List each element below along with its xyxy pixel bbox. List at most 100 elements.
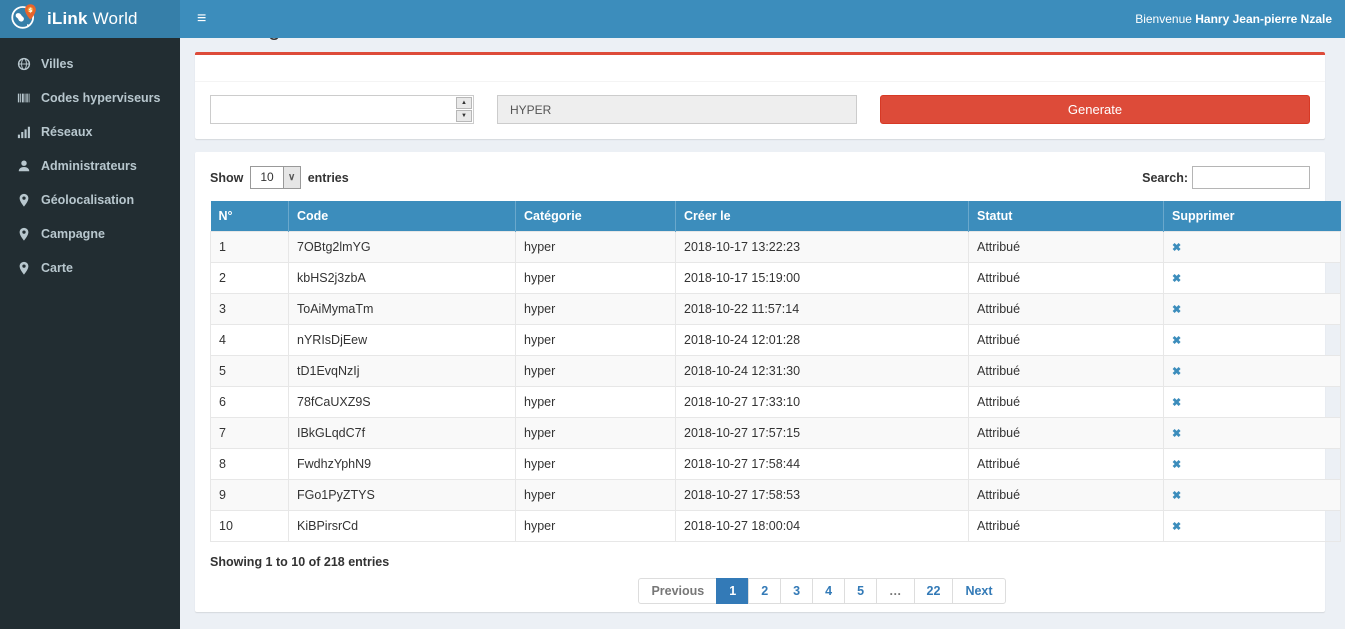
cell-created: 2018-10-17 13:22:23 — [676, 232, 969, 263]
spinner-up-icon[interactable]: ▲ — [456, 97, 472, 109]
delete-icon[interactable]: ✖ — [1172, 304, 1181, 316]
main-content: Codes générés ▲▼ Generate Show 10 ∨ entr… — [180, 0, 1345, 612]
table-row: 678fCaUXZ9Shyper2018-10-27 17:33:10Attri… — [211, 387, 1341, 418]
delete-icon[interactable]: ✖ — [1172, 397, 1181, 409]
quantity-input[interactable]: ▲▼ — [210, 95, 474, 124]
cell-code: FwdhzYphN9 — [289, 449, 516, 480]
signal-icon — [16, 125, 31, 139]
page-button-1: 1 — [717, 578, 749, 604]
sidebar-item-label: Administrateurs — [41, 159, 137, 173]
cell-category: hyper — [516, 294, 676, 325]
column-header[interactable]: Code — [289, 201, 516, 232]
user-icon — [16, 159, 31, 173]
cell-category: hyper — [516, 263, 676, 294]
cell-n: 5 — [211, 356, 289, 387]
page-link[interactable]: 2 — [748, 578, 781, 604]
sidebar-item-campagne[interactable]: Campagne — [0, 217, 180, 251]
column-header[interactable]: Créer le — [676, 201, 969, 232]
page-link[interactable]: 1 — [716, 578, 749, 604]
cell-code: ToAiMymaTm — [289, 294, 516, 325]
delete-icon[interactable]: ✖ — [1172, 335, 1181, 347]
page-button-2: 2 — [749, 578, 781, 604]
cell-code: FGo1PyZTYS — [289, 480, 516, 511]
delete-icon[interactable]: ✖ — [1172, 521, 1181, 533]
page-link[interactable]: 22 — [914, 578, 954, 604]
cell-code: 78fCaUXZ9S — [289, 387, 516, 418]
svg-text:$: $ — [28, 8, 32, 14]
generate-button[interactable]: Generate — [880, 95, 1310, 124]
table-panel: Show 10 ∨ entries Search: N°CodeCatégori… — [195, 152, 1325, 612]
cell-delete: ✖ — [1164, 511, 1341, 542]
generator-panel-header — [195, 55, 1325, 82]
delete-icon[interactable]: ✖ — [1172, 459, 1181, 471]
number-spinner[interactable]: ▲▼ — [455, 96, 473, 123]
page-link[interactable]: 5 — [844, 578, 877, 604]
spinner-down-icon[interactable]: ▼ — [456, 110, 472, 122]
sidebar-item-administrateurs[interactable]: Administrateurs — [0, 149, 180, 183]
column-header[interactable]: N° — [211, 201, 289, 232]
page-link: … — [876, 578, 915, 604]
sidebar-item-g-olocalisation[interactable]: Géolocalisation — [0, 183, 180, 217]
cell-status: Attribué — [969, 356, 1164, 387]
table-row: 4nYRIsDjEewhyper2018-10-24 12:01:28Attri… — [211, 325, 1341, 356]
column-header[interactable]: Statut — [969, 201, 1164, 232]
pagination: Previous12345…22Next — [272, 578, 1345, 604]
sidebar-item-codes-hyperviseurs[interactable]: Codes hyperviseurs — [0, 81, 180, 115]
page-button-…: … — [877, 578, 915, 604]
cell-delete: ✖ — [1164, 387, 1341, 418]
entries-label: entries — [308, 171, 349, 185]
page-length-select[interactable]: 10 ∨ — [250, 166, 300, 189]
sidebar-item-label: Villes — [41, 57, 73, 71]
cell-delete: ✖ — [1164, 294, 1341, 325]
delete-icon[interactable]: ✖ — [1172, 273, 1181, 285]
hamburger-menu-icon[interactable]: ≡ — [180, 0, 223, 38]
cell-code: 7OBtg2lmYG — [289, 232, 516, 263]
user-name: Hanry Jean-pierre Nzale — [1195, 12, 1332, 26]
cell-status: Attribué — [969, 511, 1164, 542]
quantity-field[interactable] — [211, 96, 455, 123]
cell-category: hyper — [516, 480, 676, 511]
cell-n: 1 — [211, 232, 289, 263]
cell-delete: ✖ — [1164, 449, 1341, 480]
search-input[interactable] — [1192, 166, 1310, 189]
cell-category: hyper — [516, 356, 676, 387]
page-link: Previous — [638, 578, 717, 604]
delete-icon[interactable]: ✖ — [1172, 366, 1181, 378]
search-label: Search: — [1142, 171, 1188, 185]
delete-icon[interactable]: ✖ — [1172, 490, 1181, 502]
cell-code: IBkGLqdC7f — [289, 418, 516, 449]
column-header[interactable]: Catégorie — [516, 201, 676, 232]
page-length-value: 10 — [251, 167, 282, 188]
brand-text: iLink World — [47, 9, 138, 29]
sidebar-item-r-seaux[interactable]: Réseaux — [0, 115, 180, 149]
map-marker-icon — [16, 227, 31, 241]
page-button-3: 3 — [781, 578, 813, 604]
sidebar-item-villes[interactable]: Villes — [0, 47, 180, 81]
brand[interactable]: $ iLink World — [0, 0, 180, 38]
page-link[interactable]: 3 — [780, 578, 813, 604]
cell-code: tD1EvqNzIj — [289, 356, 516, 387]
delete-icon[interactable]: ✖ — [1172, 428, 1181, 440]
cell-category: hyper — [516, 325, 676, 356]
table-row: 2kbHS2j3zbAhyper2018-10-17 15:19:00Attri… — [211, 263, 1341, 294]
cell-created: 2018-10-27 17:58:53 — [676, 480, 969, 511]
sidebar-item-label: Codes hyperviseurs — [41, 91, 161, 105]
sidebar-item-label: Carte — [41, 261, 73, 275]
column-header[interactable]: Supprimer — [1164, 201, 1341, 232]
show-label: Show — [210, 171, 243, 185]
delete-icon[interactable]: ✖ — [1172, 242, 1181, 254]
page-link[interactable]: 4 — [812, 578, 845, 604]
barcode-icon — [16, 91, 31, 105]
sidebar: Villes Codes hyperviseurs Réseaux Administr… — [0, 38, 180, 629]
globe-icon — [16, 57, 31, 71]
cell-delete: ✖ — [1164, 480, 1341, 511]
cell-category: hyper — [516, 449, 676, 480]
page-link[interactable]: Next — [952, 578, 1005, 604]
cell-n: 8 — [211, 449, 289, 480]
cell-created: 2018-10-27 18:00:04 — [676, 511, 969, 542]
cell-delete: ✖ — [1164, 356, 1341, 387]
sidebar-item-carte[interactable]: Carte — [0, 251, 180, 285]
cell-created: 2018-10-27 17:33:10 — [676, 387, 969, 418]
cell-created: 2018-10-24 12:31:30 — [676, 356, 969, 387]
cell-status: Attribué — [969, 480, 1164, 511]
